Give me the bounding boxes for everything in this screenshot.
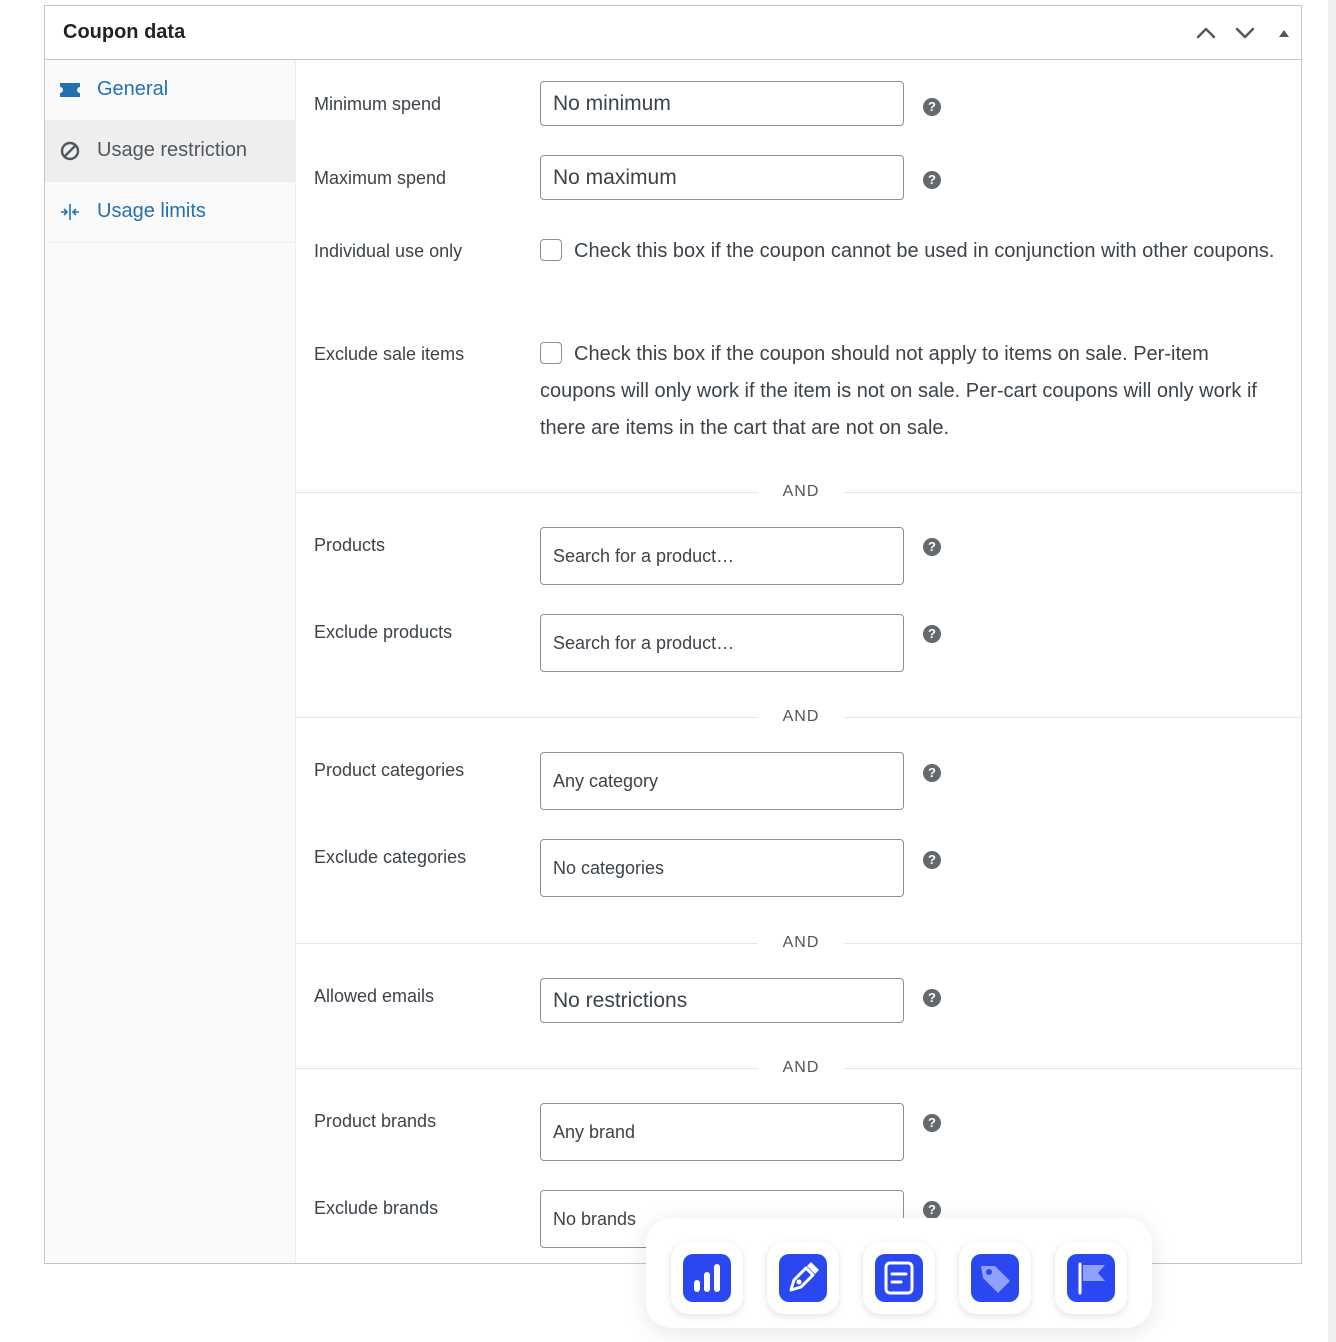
exclude-products-help-icon[interactable]: ? [923,625,941,643]
individual-use-checkbox[interactable] [540,239,562,261]
floating-toolbar [646,1218,1152,1328]
exclude-categories-label: Exclude categories [314,847,467,867]
tab-usage-restriction[interactable]: Usage restriction [45,121,295,182]
exclude-sale-checkbox[interactable] [540,342,562,364]
product-categories-label: Product categories [314,760,465,780]
coupons-button[interactable] [959,1242,1031,1314]
ticket-icon [60,83,80,97]
chevron-down-icon [1235,27,1255,39]
allowed-emails-input[interactable] [540,978,904,1023]
block-icon [60,141,80,161]
exclude-products-label: Exclude products [314,622,453,642]
document-icon [884,1261,914,1295]
individual-use-label: Individual use only [314,241,463,261]
exclude-categories-select[interactable] [540,839,904,897]
scroll-gutter [1328,0,1336,1342]
chart-bar-icon [694,1264,720,1292]
exclude-brands-label: Exclude brands [314,1198,439,1218]
usage-restriction-content: Minimum spend ? Maximum spend ? Individu… [296,60,1301,1263]
panel-title: Coupon data [63,21,186,43]
and-separator: AND [758,708,844,726]
max-spend-input[interactable] [540,155,904,200]
edit-button[interactable] [767,1242,839,1314]
move-down-button[interactable] [1232,20,1258,46]
tab-general[interactable]: General [45,60,295,121]
tab-general-label: General [97,78,169,100]
and-separator: AND [758,483,844,501]
exclude-sale-row: Check this box if the coupon should not … [540,336,1280,447]
toggle-panel-button[interactable] [1271,20,1297,46]
product-categories-select[interactable] [540,752,904,810]
tab-usage-restriction-label: Usage restriction [97,139,248,161]
max-spend-label: Maximum spend [314,168,447,188]
products-help-icon[interactable]: ? [923,538,941,556]
max-spend-help-icon[interactable]: ? [923,171,941,189]
pen-icon [789,1262,819,1292]
move-up-button[interactable] [1193,20,1219,46]
individual-use-description: Check this box if the coupon cannot be u… [574,240,1275,262]
arrows-in-icon [61,204,79,220]
panel-header: Coupon data [45,6,1301,60]
min-spend-input[interactable] [540,81,904,126]
products-label: Products [314,535,386,555]
exclude-brands-help-icon[interactable]: ? [923,1201,941,1219]
allowed-emails-label: Allowed emails [314,986,435,1006]
tab-usage-limits[interactable]: Usage limits [45,182,295,243]
product-brands-help-icon[interactable]: ? [923,1114,941,1132]
chevron-up-icon [1196,27,1216,39]
coupon-tabs: General Usage restriction Usage limits [45,60,296,1263]
min-spend-help-icon[interactable]: ? [923,98,941,116]
min-spend-label: Minimum spend [314,94,442,114]
individual-use-row: Check this box if the coupon cannot be u… [540,233,1280,270]
exclude-products-search-input[interactable] [540,614,904,672]
caret-up-icon [1279,30,1289,37]
allowed-emails-help-icon[interactable]: ? [923,989,941,1007]
flag-button[interactable] [1055,1242,1127,1314]
and-separator: AND [758,934,844,952]
analytics-button[interactable] [671,1242,743,1314]
tab-usage-limits-label: Usage limits [97,200,206,222]
coupon-data-panel: Coupon data General Usage restriction Us… [44,5,1302,1264]
flag-icon [1078,1262,1105,1295]
products-search-input[interactable] [540,527,904,585]
and-separator: AND [758,1059,844,1077]
tag-icon [981,1266,1010,1293]
pages-button[interactable] [863,1242,935,1314]
product-categories-help-icon[interactable]: ? [923,764,941,782]
product-brands-label: Product brands [314,1111,437,1131]
exclude-sale-label: Exclude sale items [314,344,465,364]
exclude-categories-help-icon[interactable]: ? [923,851,941,869]
exclude-sale-description: Check this box if the coupon should not … [540,343,1257,439]
product-brands-select[interactable] [540,1103,904,1161]
